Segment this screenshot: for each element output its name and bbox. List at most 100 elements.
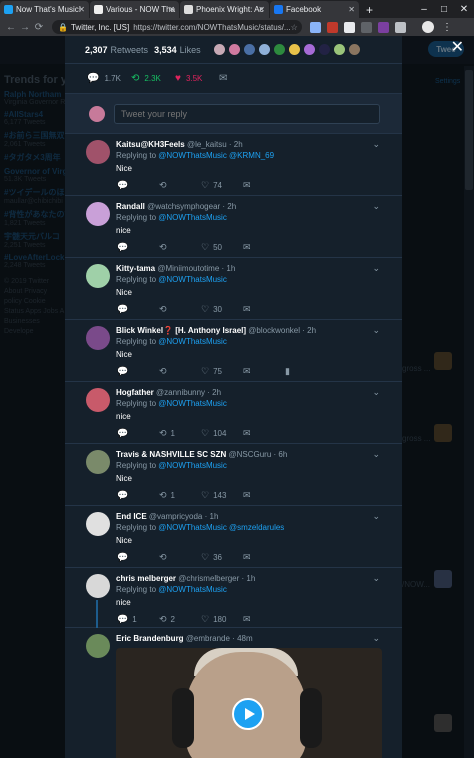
browser-tab-discogs[interactable]: Various - NOW Tha ✕: [90, 1, 179, 18]
reply-button[interactable]: 💬: [117, 490, 159, 501]
direct-message-button[interactable]: ✉: [243, 614, 285, 625]
mention-link[interactable]: @NOWThatsMusic: [158, 337, 227, 346]
reload-icon[interactable]: ⟳: [32, 22, 46, 33]
handle[interactable]: @NSCGuru: [228, 450, 271, 459]
direct-message-button[interactable]: ✉: [219, 73, 263, 84]
chevron-down-icon[interactable]: ⌄: [372, 387, 380, 398]
display-name[interactable]: Hogfather: [116, 388, 154, 397]
liker-avatar[interactable]: [242, 43, 256, 56]
retweets-label[interactable]: Retweets: [111, 45, 149, 55]
avatar[interactable]: [86, 634, 110, 658]
like-button[interactable]: ♡ 36: [201, 552, 243, 563]
chevron-down-icon[interactable]: ⌄: [372, 325, 380, 336]
new-tab-button[interactable]: +: [360, 2, 379, 18]
timestamp[interactable]: · 48m: [232, 634, 252, 643]
mention-link[interactable]: @NOWThatsMusic @KRMN_69: [158, 151, 274, 160]
like-button[interactable]: ♡ 104: [201, 428, 243, 439]
browser-tab-facebook[interactable]: Facebook ✕: [270, 1, 359, 18]
reply-tweet[interactable]: Kitty-tama @Miniimoutotime · 1h ⌄ Replying…: [65, 258, 402, 320]
display-name[interactable]: Randall: [116, 202, 145, 211]
liker-avatar[interactable]: [317, 43, 331, 56]
reply-button[interactable]: 💬: [117, 304, 159, 315]
extension-icon[interactable]: [310, 21, 321, 33]
reply-button[interactable]: 💬: [117, 428, 159, 439]
like-button[interactable]: ♡ 75: [201, 366, 243, 377]
direct-message-button[interactable]: ✉: [243, 242, 285, 253]
timestamp[interactable]: · 2h: [302, 326, 316, 335]
reply-button[interactable]: 💬 1.7K: [87, 73, 131, 84]
reply-tweet[interactable]: Kaitsu@KH3Feels @le_kaitsu · 2h ⌄ Replying…: [65, 134, 402, 196]
avatar[interactable]: [86, 326, 110, 350]
display-name[interactable]: Blick Winkel❓ [H. Anthony Israel]: [116, 326, 246, 335]
handle[interactable]: @embrande: [186, 634, 230, 643]
handle[interactable]: @le_kaitsu: [187, 140, 227, 149]
display-name[interactable]: Kitty-tama: [116, 264, 155, 273]
browser-tab-twitter[interactable]: Now That's Music! ✕: [0, 1, 89, 18]
reply-tweet[interactable]: Eric Brandenburg @embrande · 48m ⌄: [65, 628, 402, 758]
retweet-button[interactable]: ⟲: [159, 242, 201, 253]
tab-close-icon[interactable]: ✕: [348, 5, 355, 14]
reply-tweet[interactable]: Travis & NASHVILLE SC SZN @NSCGuru · 6h ⌄…: [65, 444, 402, 506]
retweets-count[interactable]: 2,307: [85, 45, 108, 55]
retweet-button[interactable]: ⟲: [159, 552, 201, 563]
mention-link[interactable]: @NOWThatsMusic: [158, 461, 227, 470]
liker-avatar[interactable]: [332, 43, 346, 56]
mention-link[interactable]: @NOWThatsMusic: [158, 275, 227, 284]
profile-avatar[interactable]: [422, 21, 434, 33]
chevron-down-icon[interactable]: ⌄: [372, 139, 380, 150]
mention-link[interactable]: @NOWThatsMusic: [158, 399, 227, 408]
avatar[interactable]: [86, 264, 110, 288]
retweet-button[interactable]: ⟲: [159, 180, 201, 191]
chevron-down-icon[interactable]: ⌄: [372, 511, 380, 522]
timestamp[interactable]: · 1h: [205, 512, 219, 521]
avatar[interactable]: [86, 450, 110, 474]
like-button[interactable]: ♡ 180: [201, 614, 243, 625]
reply-tweet[interactable]: Hogfather @zannibunny · 2h ⌄ Replying to @…: [65, 382, 402, 444]
liker-avatar[interactable]: [302, 43, 316, 56]
reply-button[interactable]: 💬: [117, 552, 159, 563]
like-button[interactable]: ♡ 50: [201, 242, 243, 253]
back-arrow-icon[interactable]: ←: [4, 22, 18, 33]
forward-arrow-icon[interactable]: →: [18, 22, 32, 33]
chevron-down-icon[interactable]: ⌄: [372, 573, 380, 584]
direct-message-button[interactable]: ✉: [243, 552, 285, 563]
likes-label[interactable]: Likes: [180, 45, 201, 55]
timestamp[interactable]: · 6h: [274, 450, 288, 459]
bookmark-star-icon[interactable]: ☆: [291, 23, 298, 32]
avatar[interactable]: [86, 202, 110, 226]
mention-link[interactable]: @NOWThatsMusic: [158, 213, 227, 222]
likes-count[interactable]: 3,534: [154, 45, 177, 55]
reply-button[interactable]: 💬: [117, 242, 159, 253]
reply-input[interactable]: [114, 103, 380, 124]
minimize-button[interactable]: –: [414, 2, 434, 18]
liker-avatar[interactable]: [347, 43, 361, 56]
reply-button[interactable]: 💬 1: [117, 614, 159, 625]
avatar[interactable]: [86, 388, 110, 412]
handle[interactable]: @chrismelberger: [178, 574, 239, 583]
like-button[interactable]: ♥ 3.5K: [175, 73, 219, 84]
display-name[interactable]: Kaitsu@KH3Feels: [116, 140, 185, 149]
liker-avatar[interactable]: [272, 43, 286, 56]
retweet-button[interactable]: ⟲ 1: [159, 490, 201, 501]
timestamp[interactable]: · 2h: [229, 140, 243, 149]
liker-avatar[interactable]: [227, 43, 241, 56]
address-bar[interactable]: 🔒 Twitter, Inc. [US] https://twitter.com…: [52, 20, 302, 34]
reply-button[interactable]: 💬: [117, 366, 159, 377]
display-name[interactable]: chris melberger: [116, 574, 176, 583]
direct-message-button[interactable]: ✉: [243, 366, 285, 377]
maximize-button[interactable]: □: [434, 2, 454, 18]
tab-close-icon[interactable]: ✕: [258, 5, 265, 14]
display-name[interactable]: Eric Brandenburg: [116, 634, 184, 643]
extension-icon[interactable]: [361, 21, 372, 33]
direct-message-button[interactable]: ✉: [243, 428, 285, 439]
like-button[interactable]: ♡ 143: [201, 490, 243, 501]
play-button-icon[interactable]: [232, 698, 264, 730]
browser-tab-wiki[interactable]: Phoenix Wright: Ac ✕: [180, 1, 269, 18]
avatar[interactable]: [86, 512, 110, 536]
chevron-down-icon[interactable]: ⌄: [372, 263, 380, 274]
chevron-down-icon[interactable]: ⌄: [372, 633, 380, 644]
retweet-button[interactable]: ⟲: [159, 366, 201, 377]
like-button[interactable]: ♡ 30: [201, 304, 243, 315]
reply-tweet[interactable]: Randall @watchsymphogear · 2h ⌄ Replying t…: [65, 196, 402, 258]
liker-avatar[interactable]: [287, 43, 301, 56]
